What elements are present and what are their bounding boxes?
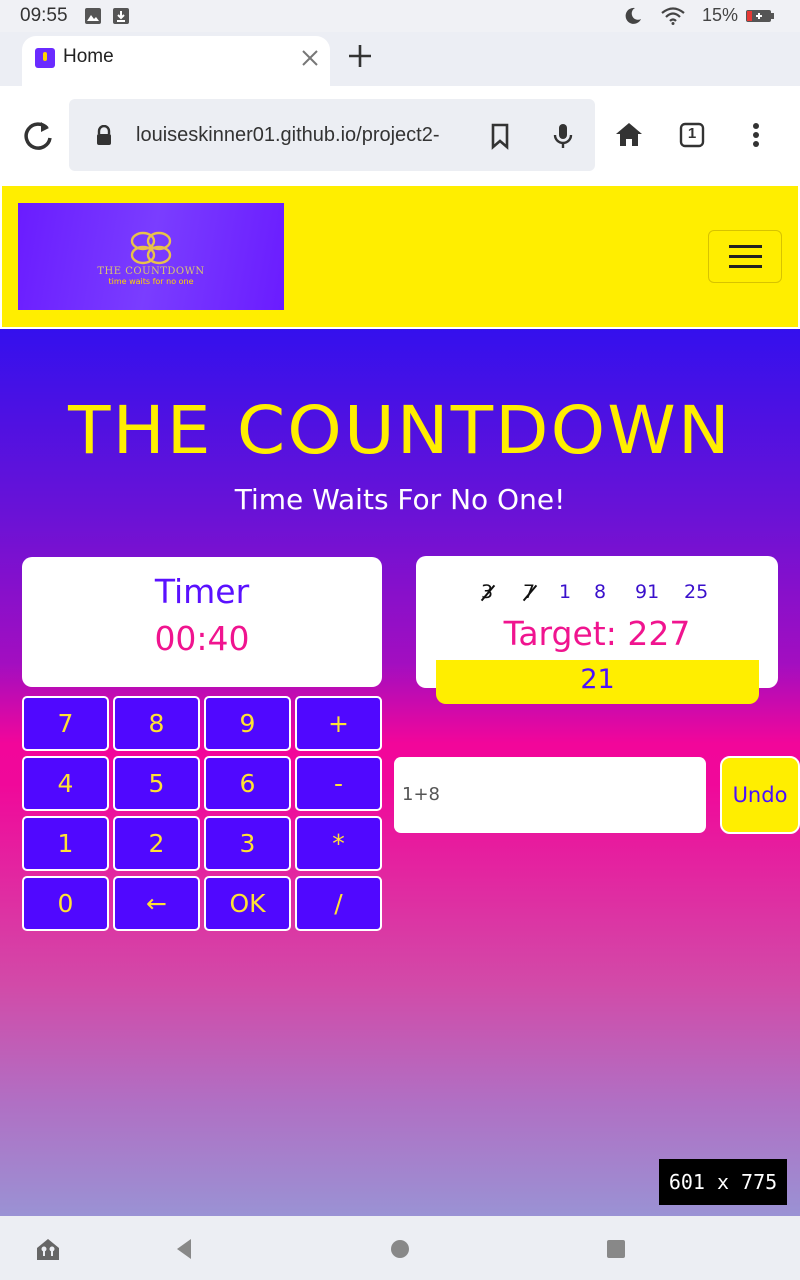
timer-label: Timer xyxy=(154,572,250,611)
key-multiply[interactable]: * xyxy=(295,816,382,871)
back-icon[interactable] xyxy=(169,1234,199,1264)
key-ok[interactable]: OK xyxy=(204,876,291,931)
url-text[interactable]: louiseskinner01.github.io/project2- xyxy=(136,124,536,147)
status-time: 09:55 xyxy=(20,5,68,26)
battery-percent: 15% xyxy=(702,5,739,25)
target-value: Target: 227 xyxy=(503,614,691,653)
recents-icon[interactable] xyxy=(601,1234,631,1264)
logo-title: THE COUNTDOWN xyxy=(97,266,205,277)
microphone-icon[interactable] xyxy=(549,121,577,151)
key-3[interactable]: 3 xyxy=(204,816,291,871)
target-card: 3 7 1 8 91 25 Target: 227 21 xyxy=(416,556,778,704)
key-backspace[interactable]: ← xyxy=(113,876,200,931)
hero-subtitle: Time Waits For No One! xyxy=(234,483,566,516)
knot-logo-icon xyxy=(130,231,172,265)
tab-title: Home xyxy=(63,46,114,67)
key-8[interactable]: 8 xyxy=(113,696,200,751)
key-divide[interactable]: / xyxy=(295,876,382,931)
key-1[interactable]: 1 xyxy=(22,816,109,871)
image-notification-icon xyxy=(85,8,101,24)
key-9[interactable]: 9 xyxy=(204,696,291,751)
tab-count: 1 xyxy=(687,125,697,142)
key-plus[interactable]: + xyxy=(295,696,382,751)
timer-value: 00:40 xyxy=(154,619,250,658)
system-navigation-bar xyxy=(0,1216,800,1280)
accessibility-shortcut-icon[interactable] xyxy=(33,1234,63,1264)
bookmark-icon[interactable] xyxy=(486,121,514,151)
site-favicon-icon xyxy=(35,48,55,68)
hamburger-icon xyxy=(729,255,762,258)
key-minus[interactable]: - xyxy=(295,756,382,811)
web-page: THE COUNTDOWN time waits for no one THE … xyxy=(0,184,800,1216)
browser-tab-strip: Home xyxy=(0,32,800,86)
overflow-menu-icon[interactable] xyxy=(736,115,776,155)
key-2[interactable]: 2 xyxy=(113,816,200,871)
equation-text: 1+8 xyxy=(402,784,440,805)
status-bar: 09:55 15% xyxy=(0,0,800,32)
browser-tab[interactable]: Home xyxy=(22,36,330,86)
home-icon[interactable] xyxy=(609,115,649,155)
number-tile[interactable]: 25 xyxy=(684,581,708,603)
hamburger-icon xyxy=(729,265,762,268)
equation-display: 1+8 xyxy=(394,757,706,833)
viewport-size-badge: 601 x 775 xyxy=(659,1159,787,1205)
key-5[interactable]: 5 xyxy=(113,756,200,811)
key-6[interactable]: 6 xyxy=(204,756,291,811)
tab-switcher-button[interactable]: 1 xyxy=(672,115,712,155)
new-tab-icon[interactable] xyxy=(346,42,374,70)
address-bar[interactable]: louiseskinner01.github.io/project2- xyxy=(69,99,595,171)
battery-icon xyxy=(746,10,774,22)
wifi-icon xyxy=(661,7,685,25)
browser-toolbar: louiseskinner01.github.io/project2- 1 xyxy=(0,86,800,184)
number-tile[interactable]: 1 xyxy=(559,581,571,603)
current-result: 21 xyxy=(436,660,759,704)
number-tiles: 3 7 1 8 91 25 xyxy=(416,581,778,611)
number-tile[interactable]: 7 xyxy=(523,581,535,603)
site-navbar: THE COUNTDOWN time waits for no one xyxy=(0,184,800,329)
download-notification-icon xyxy=(113,8,129,24)
number-tile[interactable]: 91 xyxy=(635,581,659,603)
close-tab-icon[interactable] xyxy=(298,46,322,70)
timer-card: Timer 00:40 xyxy=(22,557,382,687)
key-4[interactable]: 4 xyxy=(22,756,109,811)
lock-icon xyxy=(97,125,111,145)
do-not-disturb-moon-icon xyxy=(625,7,641,24)
key-7[interactable]: 7 xyxy=(22,696,109,751)
number-tile[interactable]: 3 xyxy=(481,581,493,603)
hero-title: THE COUNTDOWN xyxy=(68,392,732,469)
number-tile[interactable]: 8 xyxy=(594,581,606,603)
hamburger-icon xyxy=(729,245,762,248)
reload-icon[interactable] xyxy=(18,116,58,156)
home-circle-icon[interactable] xyxy=(385,1234,415,1264)
key-0[interactable]: 0 xyxy=(22,876,109,931)
menu-toggle-button[interactable] xyxy=(708,230,782,283)
logo-tagline: time waits for no one xyxy=(108,277,194,286)
undo-button[interactable]: Undo xyxy=(720,756,800,834)
site-logo[interactable]: THE COUNTDOWN time waits for no one xyxy=(18,203,284,310)
